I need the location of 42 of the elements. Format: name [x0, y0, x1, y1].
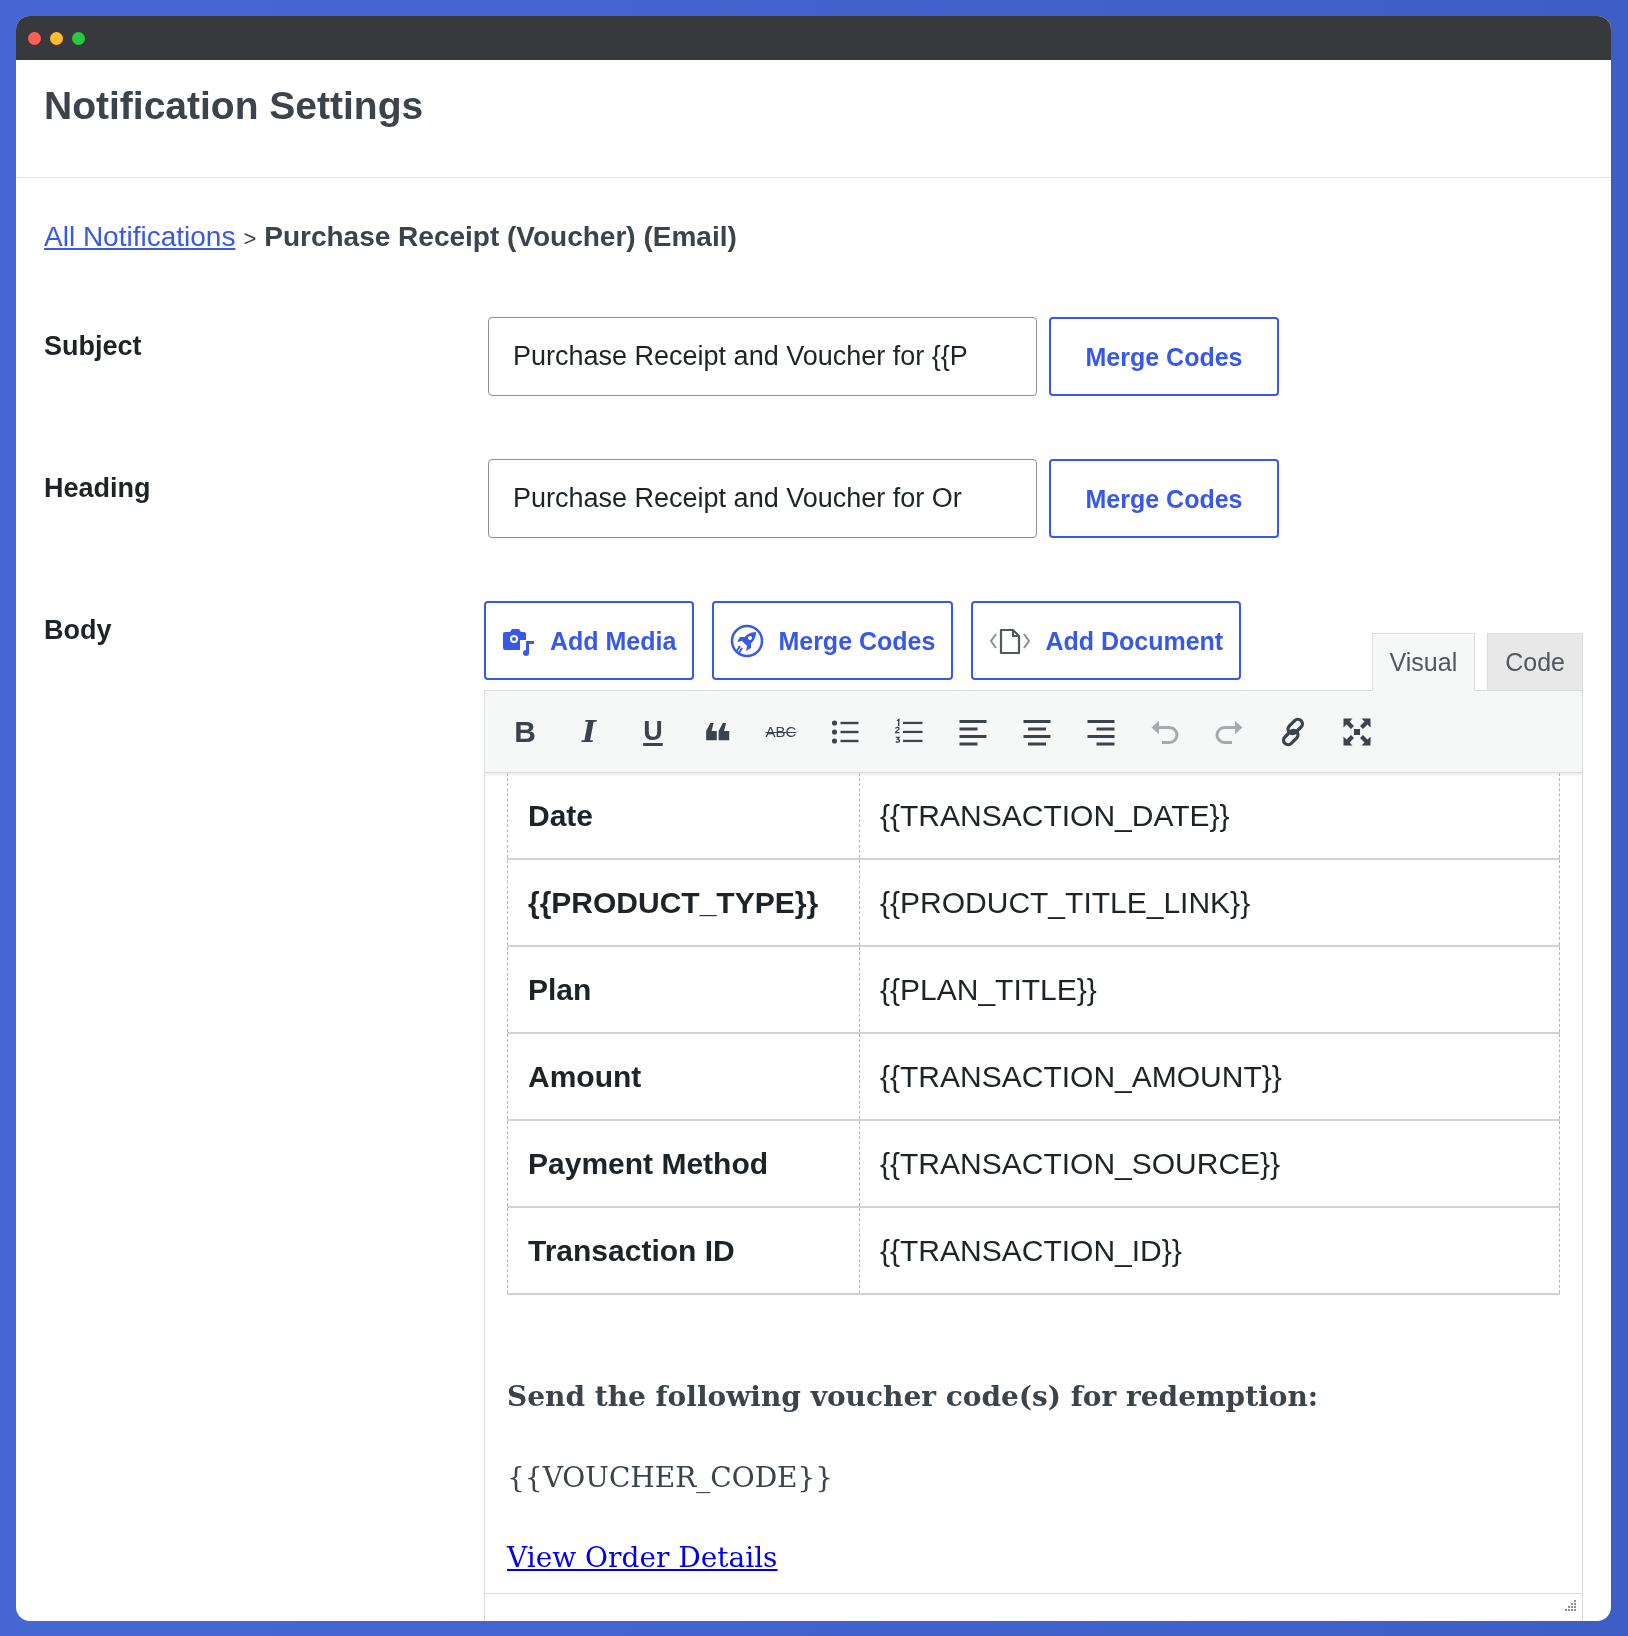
field-label: Body [44, 615, 112, 645]
breadcrumb-separator: > [243, 225, 257, 253]
italic-button[interactable]: I [557, 708, 621, 755]
breadcrumb-link[interactable]: All Notifications [44, 222, 236, 252]
window-minimize-icon[interactable] [50, 31, 63, 45]
field-label: Subject [44, 331, 142, 361]
merge-codes-button[interactable]: Merge Codes [1049, 317, 1279, 396]
text-input[interactable]: Purchase Receipt and Voucher for Or [488, 459, 1037, 538]
merge-codes-button[interactable]: Merge Codes [1049, 459, 1279, 538]
breadcrumb-current: Purchase Receipt (Voucher) (Email) [264, 222, 737, 252]
table-cell: {{PRODUCT_TITLE_LINK}} [859, 859, 1560, 946]
blockquote-button[interactable]: ❝ [685, 708, 749, 755]
table-cell: {{TRANSACTION_AMOUNT}} [859, 1033, 1560, 1120]
table-cell: {{PRODUCT_TYPE}} [507, 859, 860, 946]
underline-button[interactable]: U [621, 708, 685, 755]
merge-codes-button[interactable]: Merge Codes [712, 601, 954, 680]
add-document-button[interactable]: Add Document [971, 601, 1242, 680]
table-cell: Payment Method [507, 1120, 860, 1207]
strikethrough-button[interactable]: ABC [749, 708, 813, 755]
add-media-button[interactable]: Add Media [484, 601, 695, 680]
voucher-code-text: {{VOUCHER_CODE}} [507, 1460, 835, 1496]
table-cell: {{TRANSACTION_SOURCE}} [859, 1120, 1560, 1207]
editor-tab[interactable]: Code [1487, 633, 1583, 691]
window-maximize-icon[interactable] [72, 31, 85, 45]
table-cell: {{TRANSACTION_ID}} [859, 1207, 1560, 1294]
editor-tab[interactable]: Visual [1371, 633, 1476, 691]
table-cell: Plan [507, 946, 860, 1033]
resize-handle-icon[interactable] [1564, 1600, 1576, 1612]
text-input[interactable]: Purchase Receipt and Voucher for {{P [488, 317, 1037, 396]
email-heading: Send the following voucher code(s) for redemption: [507, 1379, 1320, 1415]
window-close-icon[interactable] [28, 31, 41, 45]
table-cell: {{PLAN_TITLE}} [859, 946, 1560, 1033]
table-cell: Transaction ID [507, 1207, 860, 1294]
field-label: Heading [44, 473, 151, 503]
page-title: Notification Settings [44, 86, 424, 126]
bold-button[interactable]: B [493, 708, 557, 755]
order-details-link[interactable]: View Order Details [507, 1538, 778, 1578]
fullscreen-icon[interactable] [1342, 716, 1372, 747]
table-cell: Date [507, 773, 860, 859]
table-cell: Amount [507, 1033, 860, 1120]
rocket-icon [730, 623, 765, 658]
table-cell: {{TRANSACTION_DATE}} [859, 773, 1560, 859]
